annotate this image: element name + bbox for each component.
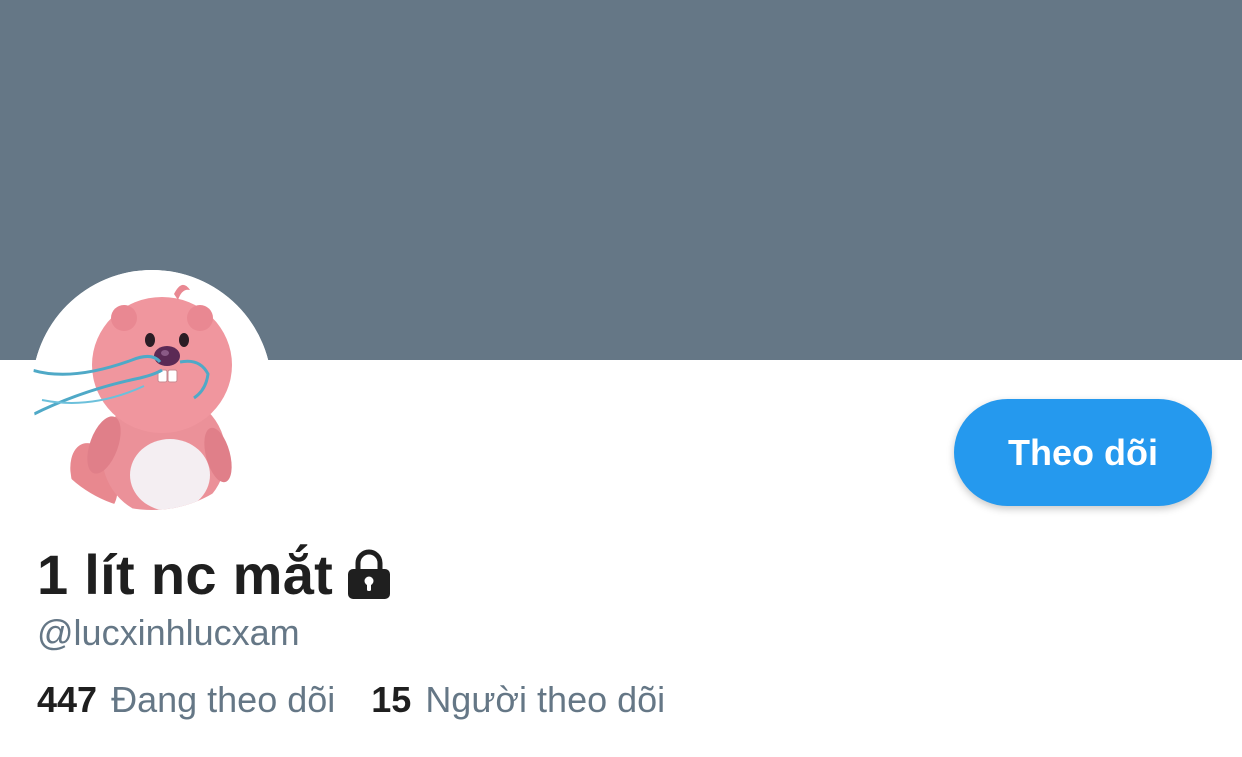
pink-beaver-avatar-icon: [32, 270, 272, 510]
profile-page: Theo dõi 1 lít nc mắt @lucxinhlucxam 447…: [0, 0, 1242, 757]
profile-name-row: 1 lít nc mắt: [37, 540, 393, 608]
profile-stats: 447 Đang theo dõi 15 Người theo dõi: [37, 679, 665, 721]
profile-avatar[interactable]: [32, 270, 272, 510]
following-label: Đang theo dõi: [111, 679, 336, 720]
follow-button[interactable]: Theo dõi: [954, 399, 1212, 506]
followers-count: 15: [371, 679, 412, 720]
display-name: 1 lít nc mắt: [37, 542, 334, 606]
profile-handle: @lucxinhlucxam: [37, 612, 300, 653]
following-stat[interactable]: 447 Đang theo dõi: [37, 679, 335, 721]
followers-label: Người theo dõi: [425, 679, 666, 720]
followers-stat[interactable]: 15 Người theo dõi: [371, 679, 665, 721]
lock-icon: [345, 548, 393, 600]
following-count: 447: [37, 679, 98, 720]
